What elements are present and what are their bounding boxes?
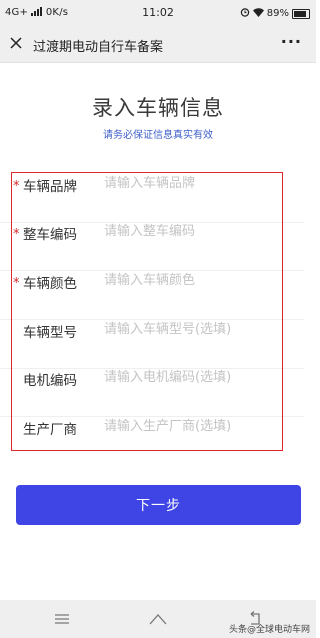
color-input[interactable] (104, 268, 294, 292)
battery-percent: 89% (266, 8, 289, 19)
form-row-color: * 车辆颜色 (0, 268, 304, 320)
page-title: 录入车辆信息 (92, 96, 224, 120)
required-mark: * (13, 276, 20, 291)
model-input[interactable] (104, 317, 294, 341)
brand-input[interactable] (104, 171, 294, 195)
required-mark: * (13, 227, 20, 242)
window-title: 过渡期电动自行车备案 (33, 40, 164, 55)
page-subtitle: 请务必保证信息真实有效 (103, 130, 213, 141)
more-icon[interactable]: ··· (281, 32, 302, 51)
menu-icon[interactable] (52, 609, 72, 629)
manufacturer-label: 生产厂商 (23, 422, 77, 438)
close-icon[interactable] (8, 35, 24, 51)
motor-code-label: 电机编码 (23, 373, 77, 389)
form-row-model: 车辆型号 (0, 317, 304, 369)
title-bar: 过渡期电动自行车备案 ··· (0, 26, 316, 63)
color-label: 车辆颜色 (23, 276, 77, 292)
home-icon[interactable] (148, 609, 168, 629)
next-button[interactable]: 下一步 (16, 485, 301, 525)
alarm-icon (240, 7, 250, 20)
system-icons: 89% (240, 7, 310, 20)
motor-code-input[interactable] (104, 365, 294, 389)
status-bar: 4G+ 0K/s 11:02 89% (0, 0, 316, 26)
manufacturer-input[interactable] (104, 414, 294, 438)
form-row-brand: * 车辆品牌 (0, 171, 304, 223)
form-row-frame-code: * 整车编码 (0, 219, 304, 271)
watermark-text: 头条@全球电动车网 (228, 625, 310, 635)
frame-code-label: 整车编码 (23, 227, 77, 243)
form-row-manufacturer: 生产厂商 (0, 414, 304, 466)
brand-label: 车辆品牌 (23, 179, 77, 195)
wifi-icon (252, 7, 264, 20)
frame-code-input[interactable] (104, 219, 294, 243)
required-mark: * (13, 179, 20, 194)
battery-icon (292, 8, 310, 19)
model-label: 车辆型号 (23, 325, 77, 341)
form-row-motor-code: 电机编码 (0, 365, 304, 417)
